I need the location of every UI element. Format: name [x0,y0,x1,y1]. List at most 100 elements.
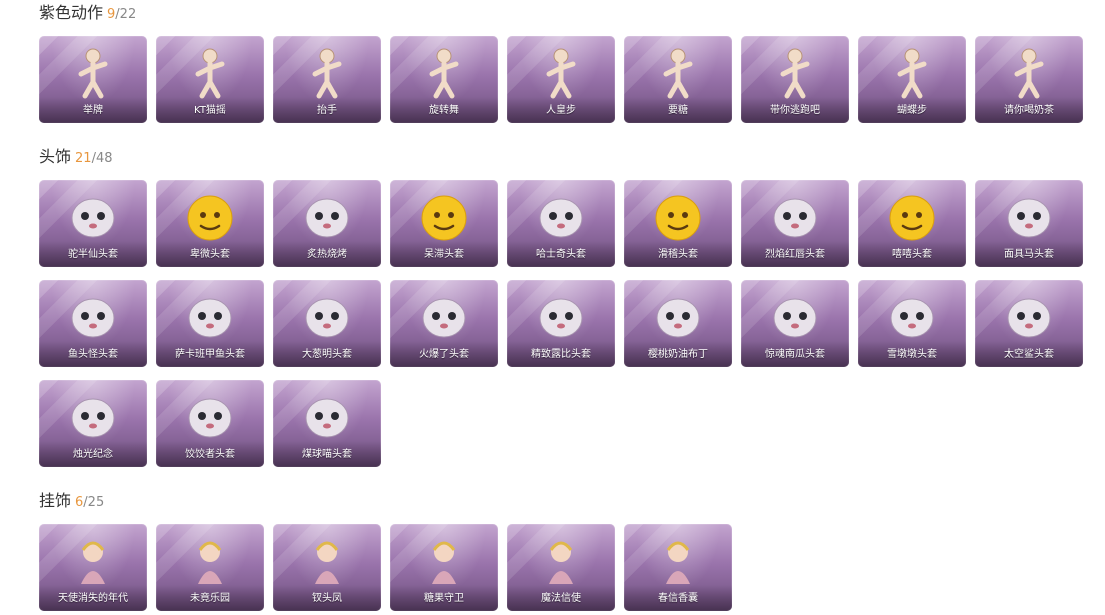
headdress-girl-icon [315,541,339,584]
item-card[interactable]: 钗头凤 [273,524,381,611]
item-name: 烛光纪念 [73,449,113,460]
item-name: 煤球喵头套 [302,449,352,460]
sparkle-figure-icon [546,48,576,99]
item-name: 要糖 [668,105,688,116]
item-card[interactable]: 天使消失的年代 [39,524,147,611]
item-name: 雪墩墩头套 [887,349,937,360]
item-name: 旋转舞 [429,105,459,116]
item-name: 炙热烧烤 [307,249,347,260]
item-card[interactable]: 太空鲨头套 [975,280,1083,367]
item-name: 未竟乐园 [190,593,230,604]
grin-emoji-icon [889,195,935,241]
item-card[interactable]: 精致露比头套 [507,280,615,367]
item-card[interactable]: 要糖 [624,36,732,123]
item-name: 蝴蝶步 [897,105,927,116]
total-count: /22 [115,7,137,22]
item-card[interactable]: 饺饺者头套 [156,380,264,467]
headwear-grid: 驼半仙头套 卑微头套 炙热烧烤 呆滞头套 哈士奇头套 滑稽头套 烈焰红唇头套 嘻嘻头套 面具马头… [39,180,1083,467]
item-card[interactable]: 蝴蝶步 [858,36,966,123]
elephant-messenger-icon [549,541,573,584]
item-name: 滑稽头套 [658,249,698,260]
item-card[interactable]: 雪墩墩头套 [858,280,966,367]
green-onion-icon [305,298,349,338]
item-card[interactable]: 火爆了头套 [390,280,498,367]
butterfly-step-figure-icon [897,48,927,99]
item-card[interactable]: 糖果守卫 [390,524,498,611]
bbq-head-icon [305,198,349,238]
actions-grid: 举牌 KT猫摇 抬手 旋转舞 人皇步 要糖 带你逃跑吧 蝴蝶步 请你喝奶茶 [39,36,1083,123]
item-card[interactable]: 哈士奇头套 [507,180,615,267]
raise-hand-figure-icon [312,48,342,99]
item-card[interactable]: 惊魂南瓜头套 [741,280,849,367]
item-card[interactable]: 烛光纪念 [39,380,147,467]
item-card[interactable]: KT猫摇 [156,36,264,123]
item-card[interactable]: 樱桃奶油布丁 [624,280,732,367]
black-cat-icon [305,398,349,438]
item-name: 春信香囊 [658,593,698,604]
item-name: 天使消失的年代 [58,593,128,604]
item-card[interactable]: 滑稽头套 [624,180,732,267]
item-card[interactable]: 未竟乐园 [156,524,264,611]
item-name: 驼半仙头套 [68,249,118,260]
item-card[interactable]: 旋转舞 [390,36,498,123]
snowman-icon [890,298,934,338]
sachet-icon [666,541,690,584]
section-count: 21/48 [75,151,112,166]
item-name: 精致露比头套 [531,349,591,360]
item-name: 哈士奇头套 [536,249,586,260]
item-name: 卑微头套 [190,249,230,260]
item-card[interactable]: 带你逃跑吧 [741,36,849,123]
item-name: 魔法信使 [541,593,581,604]
item-name: 人皇步 [546,105,576,116]
item-card[interactable]: 春信香囊 [624,524,732,611]
item-card[interactable]: 呆滞头套 [390,180,498,267]
item-card[interactable]: 鱼头怪头套 [39,280,147,367]
item-name: 抬手 [317,105,337,116]
item-card[interactable]: 请你喝奶茶 [975,36,1083,123]
item-card[interactable]: 人皇步 [507,36,615,123]
section-title-pendants: 挂饰 6/25 [39,491,104,513]
item-name: 鱼头怪头套 [68,349,118,360]
item-card[interactable]: 魔法信使 [507,524,615,611]
item-name: 面具马头套 [1004,249,1054,260]
horse-mask-icon [1007,198,1051,238]
fish-head-icon [71,298,115,338]
item-card[interactable]: 炙热烧烤 [273,180,381,267]
candy-figure-icon [663,48,693,99]
item-card[interactable]: 抬手 [273,36,381,123]
pink-pig-icon [539,298,583,338]
item-card[interactable]: 烈焰红唇头套 [741,180,849,267]
candy-lantern-icon [432,541,456,584]
husky-sunglasses-icon [539,198,583,238]
section-title-text: 紫色动作 [39,3,104,22]
raccoon-sunglasses-icon [71,198,115,238]
total-count: /48 [91,151,113,166]
item-card[interactable]: 举牌 [39,36,147,123]
fire-spirit-icon [422,298,466,338]
total-count: /25 [83,495,105,510]
section-count: 9/22 [107,7,136,22]
item-card[interactable]: 大葱明头套 [273,280,381,367]
candle-icon [71,398,115,438]
item-name: KT猫摇 [194,105,226,116]
item-card[interactable]: 萨卡班甲鱼头套 [156,280,264,367]
milk-tea-figure-icon [1014,48,1044,99]
pumpkin-icon [773,298,817,338]
item-name: 带你逃跑吧 [770,105,820,116]
item-card[interactable]: 驼半仙头套 [39,180,147,267]
item-card[interactable]: 面具马头套 [975,180,1083,267]
item-card[interactable]: 嘻嘻头套 [858,180,966,267]
item-card[interactable]: 卑微头套 [156,180,264,267]
item-name: 饺饺者头套 [185,449,235,460]
pink-hair-girl-icon [198,541,222,584]
item-card[interactable]: 煤球喵头套 [273,380,381,467]
item-name: 举牌 [83,105,103,116]
item-name: 萨卡班甲鱼头套 [175,349,245,360]
section-title-actions: 紫色动作 9/22 [39,3,136,25]
pudding-icon [656,298,700,338]
item-name: 大葱明头套 [302,349,352,360]
item-name: 呆滞头套 [424,249,464,260]
item-name: 火爆了头套 [419,349,469,360]
pikachu-sunglasses-icon [773,198,817,238]
section-title-text: 头饰 [39,147,72,166]
